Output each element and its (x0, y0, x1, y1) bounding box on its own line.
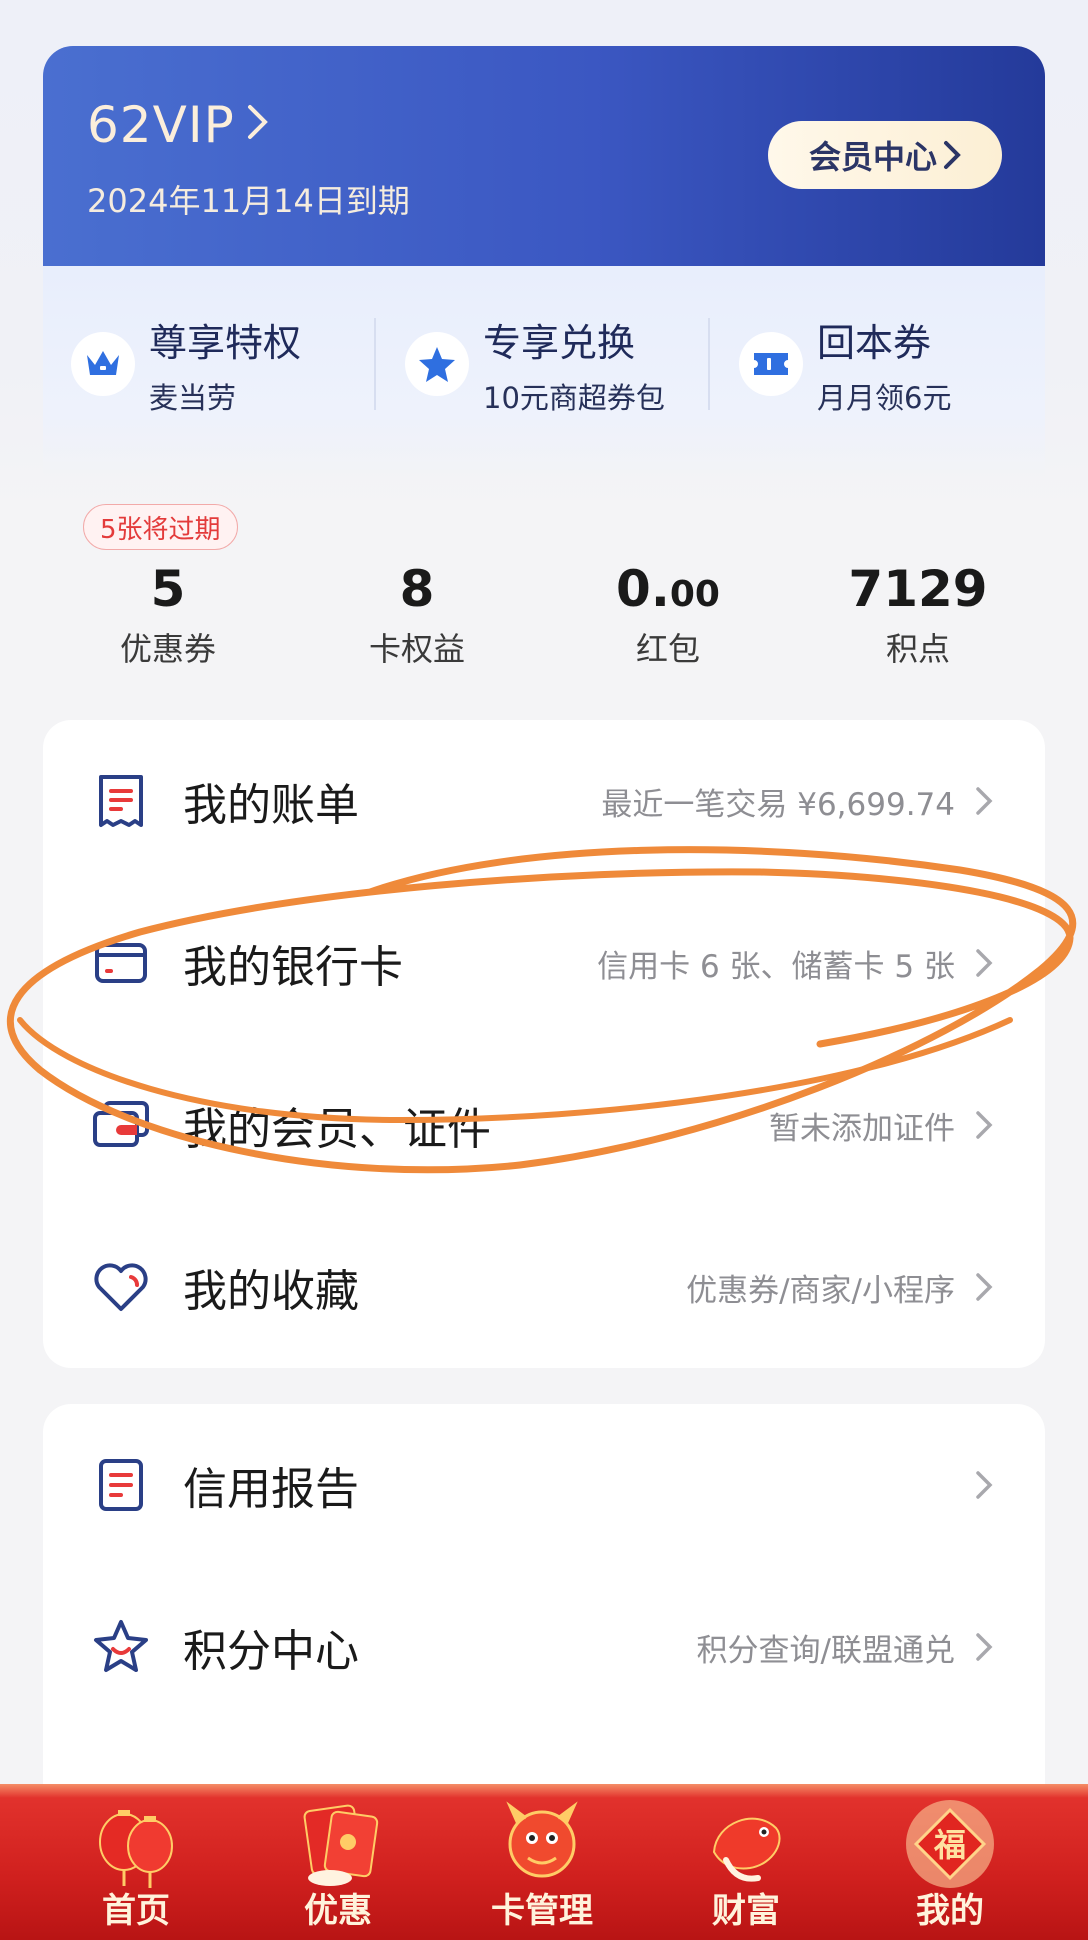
vip-expire-date: 2024年11月14日到期 (87, 182, 410, 220)
chevron-right-icon (976, 949, 993, 977)
svg-text:福: 福 (933, 1826, 966, 1864)
expiring-coupons-badge[interactable]: 5张将过期 (83, 504, 238, 550)
menu-row-subtitle: 优惠券/商家/小程序 (686, 1272, 955, 1309)
menu-row-title: 我的会员、证件 (183, 1104, 491, 1155)
koi-icon (712, 1817, 781, 1882)
chevron-right-icon (976, 787, 993, 815)
privilege-title: 尊享特权 (149, 320, 302, 365)
chevron-right-icon (976, 1273, 993, 1301)
tab-label: 优惠 (304, 1891, 372, 1931)
stat-label: 优惠券 (119, 630, 216, 668)
tab-offers[interactable]: 优惠 (238, 1784, 438, 1940)
bank-card-icon (95, 943, 147, 983)
stat-value: 5 (150, 560, 186, 618)
menu-row-subtitle: 积分查询/联盟通兑 (696, 1632, 955, 1669)
menu-row-subtitle: 暂未添加证件 (769, 1110, 955, 1147)
star-outline-icon (94, 1620, 148, 1672)
red-envelope-icon (303, 1804, 379, 1886)
divider (374, 318, 376, 410)
menu-row-subtitle: 最近一笔交易 ¥6,699.74 (601, 786, 955, 823)
stat-value: 7129 (848, 560, 988, 618)
tab-card-management[interactable]: 卡管理 (442, 1784, 642, 1940)
privilege-title: 回本券 (817, 320, 932, 365)
menu-row-credit-report[interactable]: 信用报告 (43, 1404, 1045, 1566)
stat-value-cents: 00 (669, 574, 720, 615)
stat-label: 积点 (885, 630, 950, 668)
menu-row-title: 我的账单 (183, 780, 359, 831)
vip-card[interactable]: 62VIP 2024年11月14日到期 会员中心 (43, 46, 1045, 266)
stat-value-main: 0. (616, 560, 670, 618)
tab-label: 财富 (712, 1891, 780, 1931)
menu-card-primary: 我的账单 最近一笔交易 ¥6,699.74 我的银行卡 信用卡 6 张、储蓄卡 … (43, 720, 1045, 1368)
privilege-title: 专享兑换 (483, 320, 636, 365)
member-center-button[interactable]: 会员中心 (768, 121, 1002, 189)
stat-label: 卡权益 (368, 630, 465, 668)
tab-home[interactable]: 首页 (36, 1784, 236, 1940)
star-icon (405, 332, 469, 396)
tab-mine[interactable]: 福 我的 (850, 1784, 1050, 1940)
dragon-icon (506, 1801, 578, 1878)
privilege-subtitle: 麦当劳 (149, 380, 237, 415)
divider (708, 318, 710, 410)
vip-level: 62VIP (87, 96, 235, 154)
stat-card-benefits[interactable]: 8 卡权益 (307, 560, 527, 670)
privilege-item-coupon[interactable]: 回本券 月月领6元 (739, 314, 952, 415)
stat-value: 8 (399, 560, 435, 618)
privilege-item-exclusive[interactable]: 尊享特权 麦当劳 (71, 314, 302, 415)
stat-points[interactable]: 7129 积点 (808, 560, 1028, 670)
chevron-right-icon (976, 1111, 993, 1139)
chevron-right-icon (247, 100, 269, 151)
privilege-subtitle: 月月领6元 (817, 380, 952, 415)
chevron-right-icon (944, 141, 961, 169)
chevron-right-icon (976, 1633, 993, 1661)
menu-card-secondary: 信用报告 积分中心 积分查询/联盟通兑 (43, 1404, 1045, 1824)
lantern-icon (99, 1810, 173, 1888)
tab-label: 首页 (102, 1891, 170, 1931)
menu-row-title: 积分中心 (183, 1626, 359, 1677)
menu-row-memberships[interactable]: 我的会员、证件 暂未添加证件 (43, 1044, 1045, 1206)
stat-value: 0.00 (558, 560, 778, 618)
bottom-tab-bar: 首页 优惠 卡管理 财富 福 我的 (0, 1784, 1088, 1940)
heart-icon (94, 1263, 148, 1311)
member-card-icon (93, 1101, 149, 1147)
tab-label: 我的 (916, 1891, 984, 1931)
vip-title[interactable]: 62VIP (87, 96, 269, 154)
menu-row-subtitle: 信用卡 6 张、储蓄卡 5 张 (597, 948, 955, 985)
ticket-icon (739, 332, 803, 396)
stat-label: 红包 (635, 630, 700, 668)
tab-wealth[interactable]: 财富 (646, 1784, 846, 1940)
menu-row-title: 信用报告 (183, 1464, 359, 1515)
crown-icon (71, 332, 135, 396)
menu-row-points-center[interactable]: 积分中心 积分查询/联盟通兑 (43, 1566, 1045, 1728)
stat-coupons[interactable]: 5 优惠券 (58, 560, 278, 670)
member-center-label: 会员中心 (808, 138, 937, 176)
bill-icon (99, 775, 143, 827)
privilege-subtitle: 10元商超券包 (483, 380, 665, 415)
report-icon (99, 1459, 143, 1511)
privilege-strip: 尊享特权 麦当劳 专享兑换 10元商超券包 回本券 月月领6元 (43, 266, 1045, 476)
tab-label: 卡管理 (491, 1891, 593, 1931)
privilege-item-exchange[interactable]: 专享兑换 10元商超券包 (405, 314, 665, 415)
menu-row-title: 我的银行卡 (183, 942, 403, 993)
stat-red-packet[interactable]: 0.00 红包 (558, 560, 778, 670)
fu-icon: 福 (906, 1800, 994, 1888)
menu-row-title: 我的收藏 (183, 1266, 359, 1317)
menu-row-bank-cards[interactable]: 我的银行卡 信用卡 6 张、储蓄卡 5 张 (43, 882, 1045, 1044)
menu-row-favorites[interactable]: 我的收藏 优惠券/商家/小程序 (43, 1206, 1045, 1368)
chevron-right-icon (976, 1471, 993, 1499)
menu-row-bills[interactable]: 我的账单 最近一笔交易 ¥6,699.74 (43, 720, 1045, 882)
